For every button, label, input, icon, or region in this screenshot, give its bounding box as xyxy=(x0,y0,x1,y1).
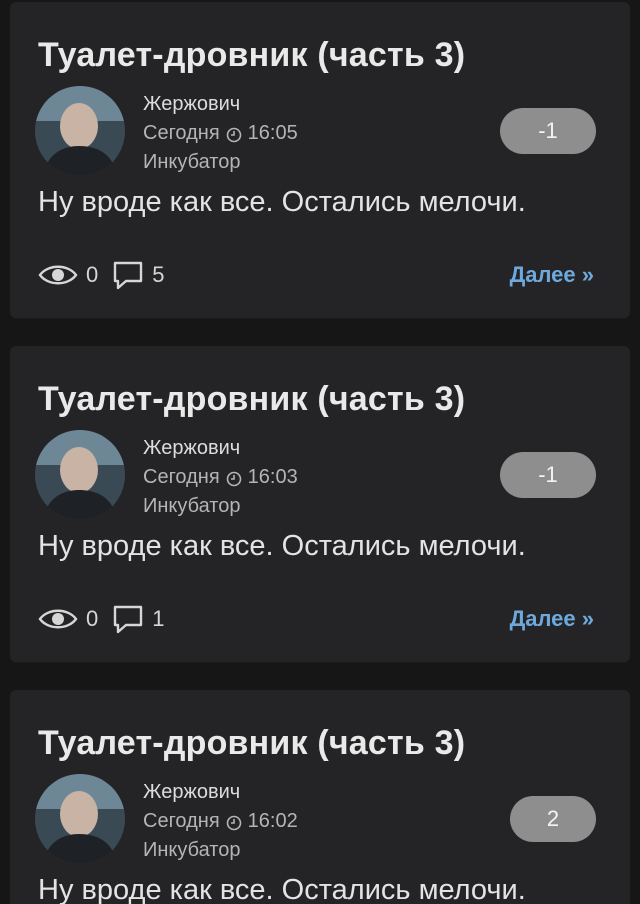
post-meta: Сегодня 16:03 xyxy=(143,466,298,489)
post-excerpt: Ну вроде как все. Остались мелочи. xyxy=(38,186,526,218)
post-card: Туалет-дровник (часть 3) Жержович Сегодн… xyxy=(10,2,630,318)
avatar[interactable] xyxy=(35,86,125,176)
clock-icon xyxy=(226,126,242,142)
community-name[interactable]: Инкубатор xyxy=(143,495,240,518)
author-name[interactable]: Жержович xyxy=(143,437,240,460)
author-name[interactable]: Жержович xyxy=(143,93,240,116)
post-feed: Туалет-дровник (часть 3) Жержович Сегодн… xyxy=(0,0,640,904)
comment-bubble-icon[interactable] xyxy=(112,260,144,290)
post-meta: Сегодня 16:02 xyxy=(143,810,298,833)
post-footer: 0 1 xyxy=(38,604,165,634)
post-date: Сегодня xyxy=(143,466,220,488)
avatar[interactable] xyxy=(35,430,125,520)
post-meta: Сегодня 16:05 xyxy=(143,122,298,145)
post-time: 16:03 xyxy=(247,466,298,488)
community-name[interactable]: Инкубатор xyxy=(143,151,240,174)
clock-icon xyxy=(226,470,242,486)
post-time: 16:02 xyxy=(247,810,298,832)
community-name[interactable]: Инкубатор xyxy=(143,839,240,862)
post-date: Сегодня xyxy=(143,810,220,832)
post-title[interactable]: Туалет-дровник (часть 3) xyxy=(38,380,465,419)
author-name[interactable]: Жержович xyxy=(143,781,240,804)
post-footer: 0 5 xyxy=(38,260,165,290)
eye-icon xyxy=(38,260,78,290)
avatar[interactable] xyxy=(35,774,125,864)
post-title[interactable]: Туалет-дровник (часть 3) xyxy=(38,724,465,763)
comments-count[interactable]: 1 xyxy=(152,606,164,632)
post-time: 16:05 xyxy=(247,122,298,144)
post-title[interactable]: Туалет-дровник (часть 3) xyxy=(38,36,465,75)
read-more-link[interactable]: Далее » xyxy=(510,606,594,632)
rating-badge: -1 xyxy=(500,452,596,498)
post-date: Сегодня xyxy=(143,122,220,144)
read-more-link[interactable]: Далее » xyxy=(510,262,594,288)
post-excerpt: Ну вроде как все. Остались мелочи. xyxy=(38,874,526,904)
views-count: 0 xyxy=(86,262,99,287)
comments-count[interactable]: 5 xyxy=(152,262,164,288)
views-count: 0 xyxy=(86,606,99,631)
post-card: Туалет-дровник (часть 3) Жержович Сегодн… xyxy=(10,690,630,904)
eye-icon xyxy=(38,604,78,634)
post-excerpt: Ну вроде как все. Остались мелочи. xyxy=(38,530,526,562)
clock-icon xyxy=(226,814,242,830)
rating-badge: 2 xyxy=(510,796,596,842)
post-card: Туалет-дровник (часть 3) Жержович Сегодн… xyxy=(10,346,630,662)
comment-bubble-icon[interactable] xyxy=(112,604,144,634)
rating-badge: -1 xyxy=(500,108,596,154)
